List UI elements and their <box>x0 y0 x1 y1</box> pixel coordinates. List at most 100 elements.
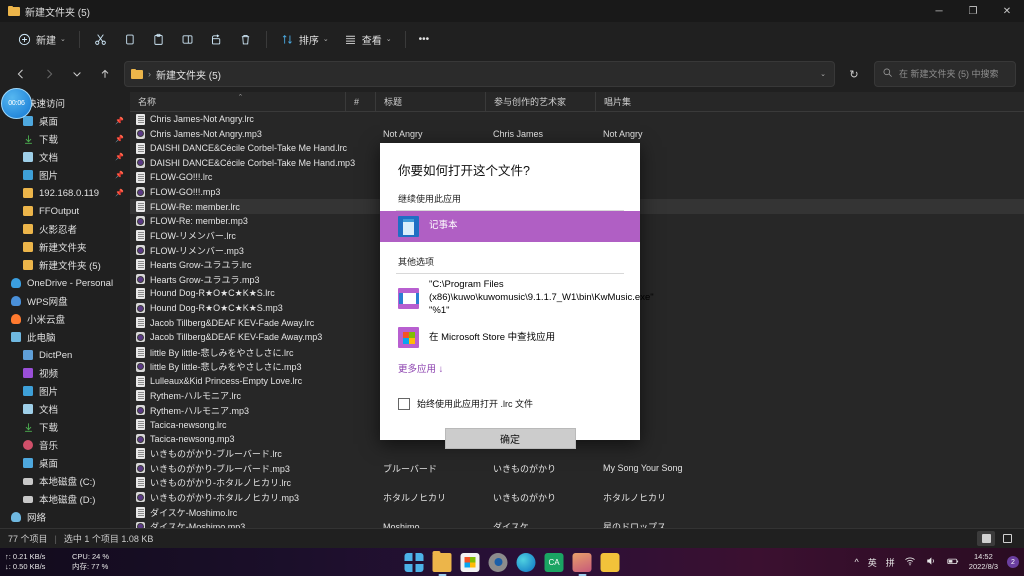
always-use-checkbox-row[interactable]: 始终使用此应用打开 .lrc 文件 <box>380 375 640 410</box>
file-name-cell[interactable]: little By little-悲しみをやさしさに.mp3 <box>130 360 345 373</box>
new-button[interactable]: 新建 ⌄ <box>10 26 73 52</box>
rename-button[interactable] <box>173 26 202 52</box>
pin-icon[interactable]: 📌 <box>115 153 124 161</box>
cut-button[interactable] <box>86 26 115 52</box>
table-row[interactable]: Chris James-Not Angry.mp3 Not Angry Chris … <box>130 127 1024 142</box>
recent-locations-button[interactable] <box>64 61 90 87</box>
breadcrumb[interactable]: › 新建文件夹 (5) ⌄ <box>124 61 835 87</box>
file-name-cell[interactable]: FLOW-GO!!!.lrc <box>130 171 345 183</box>
table-row[interactable]: Chris James-Not Angry.lrc <box>130 112 1024 127</box>
yellow-app-icon[interactable] <box>600 552 620 572</box>
green-app-icon[interactable]: CA <box>544 552 564 572</box>
file-name-cell[interactable]: いきものがかり-ブルーバード.lrc <box>130 447 345 460</box>
sidebar-item-14[interactable]: DictPen <box>0 346 130 364</box>
sidebar-item-11[interactable]: WPS网盘 <box>0 292 130 310</box>
delete-button[interactable] <box>231 26 260 52</box>
edge-icon[interactable] <box>516 552 536 572</box>
view-button[interactable]: 查看 ⌄ <box>336 26 399 52</box>
forward-button[interactable] <box>36 61 62 87</box>
column-header-4[interactable]: 唱片集 <box>595 91 705 112</box>
file-name-cell[interactable]: Rythem-ハルモニア.mp3 <box>130 404 345 417</box>
table-row[interactable]: いきものがかり-ホタルノヒカリ.lrc <box>130 476 1024 491</box>
performance-monitor-widget[interactable]: ↑: 0.21 KB/s CPU: 24 % ↓: 0.50 KB/s 内存: … <box>0 552 109 572</box>
app-option-kuwo[interactable]: "C:\Program Files (x86)\kuwo\kuwomusic\9… <box>380 274 654 322</box>
sort-button[interactable]: 排序 ⌄ <box>273 26 336 52</box>
breadcrumb-path[interactable]: 新建文件夹 (5) <box>156 67 221 82</box>
explorer-tab[interactable]: 新建文件夹 (5) <box>8 4 90 19</box>
sidebar-item-8[interactable]: 新建文件夹 <box>0 238 130 256</box>
file-name-cell[interactable]: DAISHI DANCE&Cécile Corbel-Take Me Hand.… <box>130 142 347 154</box>
file-name-cell[interactable]: FLOW-リメンバー.lrc <box>130 229 345 242</box>
clock[interactable]: 14:52 2022/8/3 <box>969 552 998 572</box>
sidebar-item-9[interactable]: 新建文件夹 (5) <box>0 256 130 274</box>
pin-icon[interactable]: 📌 <box>115 135 124 143</box>
column-header-0[interactable]: 名称 ⌃ <box>130 92 345 112</box>
sidebar-item-20[interactable]: 桌面 <box>0 454 130 472</box>
file-name-cell[interactable]: little By little-悲しみをやさしさに.lrc <box>130 346 345 359</box>
paste-button[interactable] <box>144 26 173 52</box>
battery-icon[interactable] <box>946 555 960 569</box>
file-name-cell[interactable]: Chris James-Not Angry.mp3 <box>130 128 345 139</box>
breadcrumb-chevron-down-icon[interactable]: ⌄ <box>820 70 828 78</box>
table-row[interactable]: ダイスケ-Moshimo.lrc <box>130 505 1024 520</box>
file-name-cell[interactable]: Hearts Grow-ユラユラ.lrc <box>130 258 345 271</box>
table-row[interactable]: いきものがかり-ホタルノヒカリ.mp3 ホタルノヒカリ いきものがかり ホタルノヒカリ <box>130 490 1024 505</box>
pin-icon[interactable]: 📌 <box>115 117 124 125</box>
file-name-cell[interactable]: Jacob Tillberg&DEAF KEV-Fade Away.mp3 <box>130 332 345 343</box>
gear-icon[interactable] <box>488 552 508 572</box>
photos-icon[interactable] <box>572 552 592 572</box>
file-name-cell[interactable]: Chris James-Not Angry.lrc <box>130 113 345 125</box>
file-name-cell[interactable]: FLOW-Re: member.mp3 <box>130 216 345 227</box>
file-name-cell[interactable]: Rythem-ハルモニア.lrc <box>130 389 345 402</box>
file-name-cell[interactable]: Tacica-newsong.lrc <box>130 419 345 431</box>
search-box[interactable] <box>874 61 1016 87</box>
pin-icon[interactable]: 📌 <box>115 189 124 197</box>
sidebar-item-21[interactable]: 本地磁盘 (C:) <box>0 472 130 490</box>
wifi-icon[interactable] <box>904 555 916 569</box>
sidebar-item-12[interactable]: 小米云盘 <box>0 310 130 328</box>
navigation-pane[interactable]: 快速访问 桌面 📌 下载 📌 文档 📌 图片 📌 192.168.0.119 📌 FFOutput 火影… <box>0 92 130 528</box>
taskbar-file-explorer-icon[interactable] <box>432 550 452 572</box>
column-header-3[interactable]: 参与创作的艺术家 <box>485 91 595 112</box>
column-header-2[interactable]: 标题 <box>375 91 485 112</box>
ok-button[interactable]: 确定 <box>444 428 576 450</box>
file-name-cell[interactable]: Lulleaux&Kid Princess-Empty Love.lrc <box>130 375 345 387</box>
sidebar-item-13[interactable]: 此电脑 <box>0 328 130 346</box>
sidebar-item-18[interactable]: 下载 <box>0 418 130 436</box>
tray-overflow-icon[interactable]: ^ <box>855 557 859 567</box>
file-name-cell[interactable]: いきものがかり-ブルーバード.mp3 <box>130 462 345 475</box>
large-icons-view-icon[interactable] <box>998 531 1016 546</box>
refresh-button[interactable]: ↻ <box>842 61 866 87</box>
sidebar-item-22[interactable]: 本地磁盘 (D:) <box>0 490 130 508</box>
file-name-cell[interactable]: FLOW-リメンバー.mp3 <box>130 244 345 257</box>
close-button[interactable]: ✕ <box>990 0 1024 22</box>
file-name-cell[interactable]: ダイスケ-Moshimo.lrc <box>130 506 345 519</box>
sidebar-item-17[interactable]: 文档 <box>0 400 130 418</box>
file-name-cell[interactable]: Hearts Grow-ユラユラ.mp3 <box>130 273 345 286</box>
file-name-cell[interactable]: Hound Dog-R★O★C★K★S.mp3 <box>130 303 345 314</box>
file-name-cell[interactable]: いきものがかり-ホタルノヒカリ.lrc <box>130 476 345 489</box>
sidebar-item-19[interactable]: 音乐 <box>0 436 130 454</box>
details-view-icon[interactable] <box>977 531 995 546</box>
ime-mode[interactable]: 拼 <box>886 556 895 569</box>
copy-button[interactable] <box>115 26 144 52</box>
sidebar-item-2[interactable]: 下载 📌 <box>0 130 130 148</box>
pin-icon[interactable]: 📌 <box>115 171 124 179</box>
column-header-1[interactable]: # <box>345 91 375 112</box>
file-name-cell[interactable]: Jacob Tillberg&DEAF KEV-Fade Away.lrc <box>130 317 345 329</box>
file-name-cell[interactable]: FLOW-GO!!!.mp3 <box>130 187 345 197</box>
file-name-cell[interactable]: DAISHI DANCE&Cécile Corbel-Take Me Hand.… <box>130 157 355 168</box>
sidebar-item-4[interactable]: 图片 📌 <box>0 166 130 184</box>
file-name-cell[interactable]: Tacica-newsong.mp3 <box>130 434 345 445</box>
sidebar-item-15[interactable]: 视频 <box>0 364 130 382</box>
always-use-checkbox[interactable] <box>398 397 410 410</box>
file-name-cell[interactable]: ダイスケ-Moshimo.mp3 <box>130 520 345 528</box>
search-input[interactable] <box>899 69 1008 79</box>
sidebar-item-6[interactable]: FFOutput <box>0 202 130 220</box>
sidebar-item-3[interactable]: 文档 📌 <box>0 148 130 166</box>
volume-icon[interactable] <box>925 555 937 569</box>
back-button[interactable] <box>8 61 34 87</box>
file-name-cell[interactable]: いきものがかり-ホタルノヒカリ.mp3 <box>130 491 345 504</box>
up-button[interactable] <box>92 61 118 87</box>
ime-language[interactable]: 英 <box>868 556 877 569</box>
